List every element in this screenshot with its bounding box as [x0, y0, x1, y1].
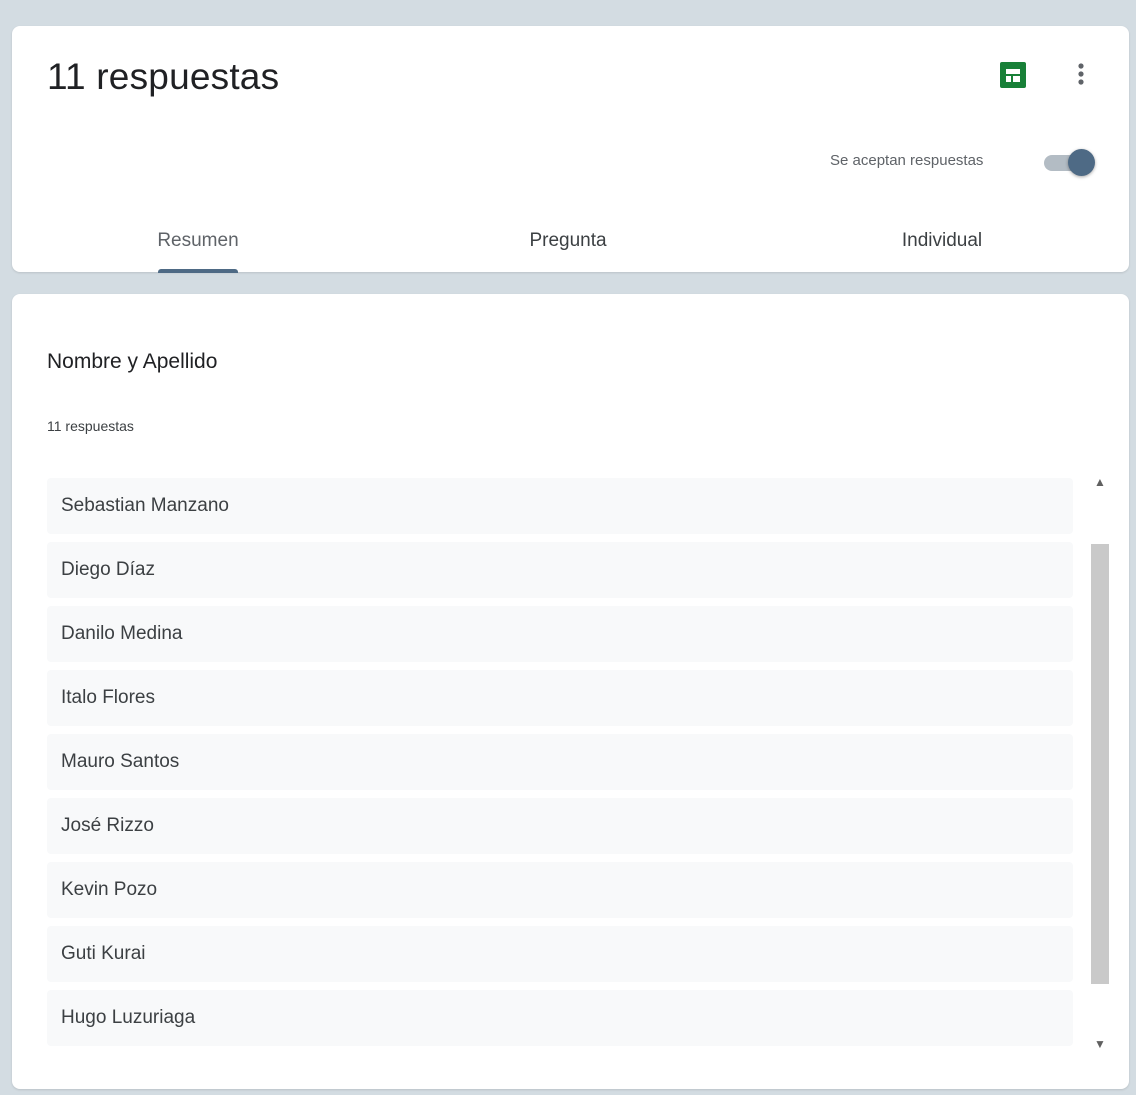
list-item: Hugo Luzuriaga	[47, 990, 1073, 1046]
toggle-thumb	[1068, 149, 1095, 176]
active-tab-indicator	[158, 269, 238, 273]
list-item: Italo Flores	[47, 670, 1073, 726]
list-item: Mauro Santos	[47, 734, 1073, 790]
scroll-down-arrow-icon[interactable]: ▼	[1092, 1036, 1108, 1052]
tab-summary-label: Resumen	[157, 230, 239, 251]
responses-header-card: 11 respuestas Se aceptan respuestas Resu…	[12, 26, 1129, 274]
response-list[interactable]: Sebastian Manzano Diego Díaz Danilo Medi…	[47, 478, 1073, 1048]
scroll-up-arrow-icon[interactable]: ▲	[1092, 474, 1108, 490]
responses-count-title: 11 respuestas	[47, 56, 280, 97]
tab-question[interactable]: Pregunta	[492, 218, 644, 274]
tab-individual[interactable]: Individual	[867, 218, 1017, 274]
tab-question-label: Pregunta	[529, 230, 607, 251]
list-item: Sebastian Manzano	[47, 478, 1073, 534]
question-summary-card: Nombre y Apellido 11 respuestas Sebastia…	[12, 294, 1129, 1089]
list-item: Guti Kurai	[47, 926, 1073, 982]
list-item: Diego Díaz	[47, 542, 1073, 598]
tab-summary[interactable]: Resumen	[132, 218, 264, 274]
question-title: Nombre y Apellido	[47, 350, 218, 373]
more-vert-icon[interactable]	[1066, 59, 1096, 89]
list-item: José Rizzo	[47, 798, 1073, 854]
list-item: Danilo Medina	[47, 606, 1073, 662]
accepting-responses-label: Se aceptan respuestas	[830, 152, 984, 169]
tab-individual-label: Individual	[901, 230, 983, 251]
accepting-responses-toggle[interactable]	[1042, 148, 1098, 176]
list-item: Kevin Pozo	[47, 862, 1073, 918]
question-response-count: 11 respuestas	[47, 418, 134, 434]
response-list-scrollbar[interactable]: ▲ ▼	[1088, 472, 1112, 1054]
scrollbar-thumb[interactable]	[1091, 544, 1109, 984]
sheets-icon[interactable]	[1000, 62, 1026, 88]
